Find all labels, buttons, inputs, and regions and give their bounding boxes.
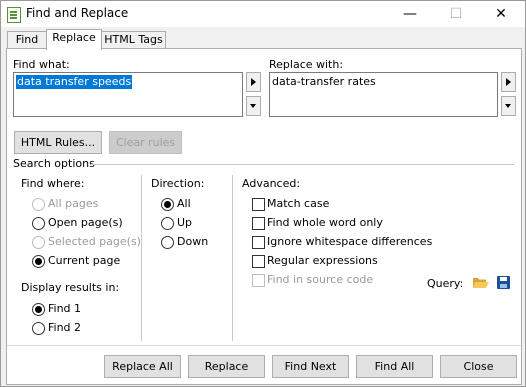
tab-strip: Find Replace HTML Tags <box>6 29 521 50</box>
find-special-chars-button[interactable] <box>246 72 261 92</box>
selected-pages-label: Selected page(s) <box>48 235 141 248</box>
regular-expressions-checkbox[interactable] <box>252 255 265 268</box>
arrow-right-icon <box>251 78 256 86</box>
chevron-down-icon <box>505 104 511 108</box>
direction-up-label[interactable]: Up <box>177 216 192 229</box>
direction-down-label[interactable]: Down <box>177 235 208 248</box>
find-history-dropdown[interactable] <box>246 96 261 116</box>
find-where-label: Find where: <box>21 177 85 190</box>
tab-replace[interactable]: Replace <box>46 29 102 50</box>
replace-all-button[interactable]: Replace All <box>104 355 181 378</box>
close-window-button[interactable]: ✕ <box>478 1 524 27</box>
find-what-input[interactable]: data transfer speeds <box>13 72 243 117</box>
replace-with-label: Replace with: <box>269 58 344 71</box>
radio-selected-dot <box>164 201 171 208</box>
find-what-label: Find what: <box>13 58 70 71</box>
match-case-checkbox[interactable] <box>252 198 265 211</box>
replace-button[interactable]: Replace <box>188 355 265 378</box>
find-next-button[interactable]: Find Next <box>272 355 349 378</box>
find-1-label[interactable]: Find 1 <box>48 302 81 315</box>
direction-down-radio[interactable] <box>161 236 174 249</box>
window-title: Find and Replace <box>26 6 129 20</box>
radio-selected-dot <box>35 306 42 313</box>
dialog-window: Find and Replace — ☐ ✕ Find Replace HTML… <box>0 0 526 387</box>
radio-selected-dot <box>35 258 42 265</box>
direction-up-radio[interactable] <box>161 217 174 230</box>
search-options-divider <box>90 164 514 165</box>
find-1-radio[interactable] <box>32 303 45 316</box>
save-icon[interactable] <box>497 276 510 289</box>
display-results-label: Display results in: <box>21 281 120 294</box>
replace-history-dropdown[interactable] <box>501 96 516 116</box>
replace-with-input[interactable]: data-transfer rates <box>269 72 498 117</box>
app-icon <box>7 7 21 23</box>
direction-all-radio[interactable] <box>161 198 174 211</box>
replace-with-value: data-transfer rates <box>272 75 376 88</box>
find-2-label[interactable]: Find 2 <box>48 321 81 334</box>
query-label: Query: <box>427 277 464 290</box>
current-page-radio[interactable] <box>32 255 45 268</box>
search-options-label: Search options <box>13 157 95 170</box>
direction-label: Direction: <box>151 177 205 190</box>
minimize-button[interactable]: — <box>387 1 433 27</box>
find-what-value: data transfer speeds <box>16 75 133 89</box>
column-divider <box>141 175 142 341</box>
advanced-label: Advanced: <box>242 177 301 190</box>
open-folder-icon[interactable] <box>473 276 489 289</box>
chevron-down-icon <box>250 104 256 108</box>
replace-special-chars-button[interactable] <box>501 72 516 92</box>
footer-divider <box>7 345 521 346</box>
ignore-whitespace-checkbox[interactable] <box>252 236 265 249</box>
match-case-label[interactable]: Match case <box>267 197 329 210</box>
open-pages-label[interactable]: Open page(s) <box>48 216 123 229</box>
current-page-label[interactable]: Current page <box>48 254 120 267</box>
direction-all-label[interactable]: All <box>177 197 191 210</box>
regular-expressions-label[interactable]: Regular expressions <box>267 254 378 267</box>
find-in-source-code-checkbox <box>252 274 265 287</box>
maximize-button: ☐ <box>449 6 463 22</box>
column-divider <box>232 175 233 341</box>
find-all-button[interactable]: Find All <box>356 355 433 378</box>
selected-pages-radio <box>32 236 45 249</box>
close-button[interactable]: Close <box>440 355 517 378</box>
replace-panel: Find what: data transfer speeds Replace … <box>6 48 522 385</box>
whole-word-label[interactable]: Find whole word only <box>267 216 383 229</box>
clear-rules-button: Clear rules <box>109 131 182 154</box>
all-pages-radio <box>32 198 45 211</box>
find-in-source-code-label: Find in source code <box>267 273 374 286</box>
find-2-radio[interactable] <box>32 322 45 335</box>
ignore-whitespace-label[interactable]: Ignore whitespace differences <box>267 235 432 248</box>
arrow-right-icon <box>506 78 511 86</box>
tab-html-tags[interactable]: HTML Tags <box>101 31 166 49</box>
all-pages-label: All pages <box>48 197 99 210</box>
tab-find[interactable]: Find <box>7 31 47 49</box>
whole-word-checkbox[interactable] <box>252 217 265 230</box>
html-rules-button[interactable]: HTML Rules... <box>14 131 102 154</box>
title-bar[interactable]: Find and Replace — ☐ ✕ <box>1 1 525 27</box>
open-pages-radio[interactable] <box>32 217 45 230</box>
